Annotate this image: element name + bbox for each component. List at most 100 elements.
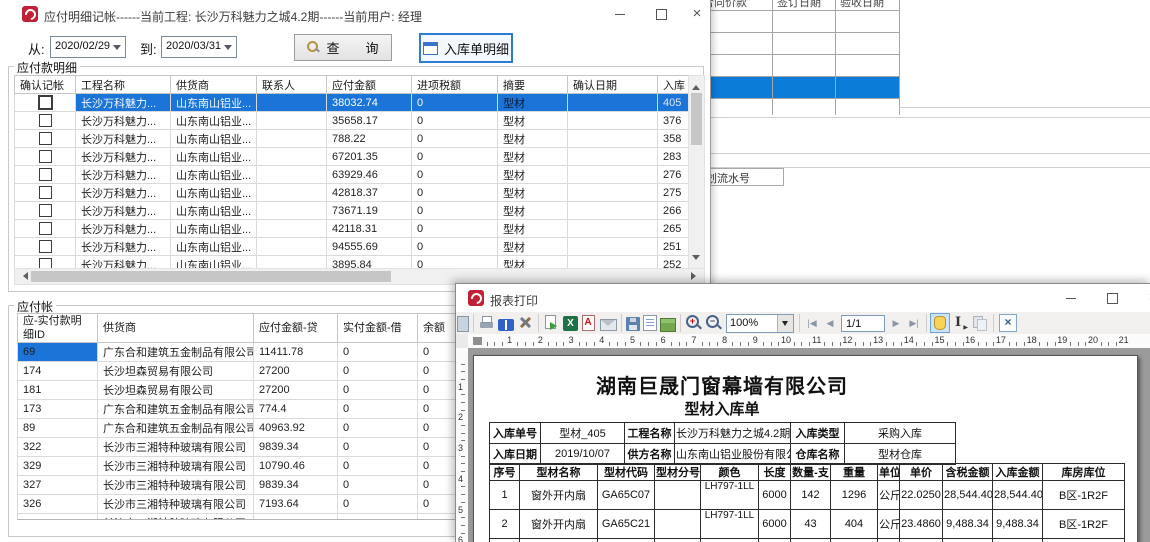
column-header[interactable]: 确认日期 (568, 76, 658, 94)
scrollbar-thumb[interactable] (691, 93, 702, 145)
column-header[interactable]: 供货商 (171, 76, 257, 94)
pdf-icon[interactable] (580, 314, 598, 332)
row-checkbox[interactable] (39, 222, 52, 235)
minimize-button[interactable] (1056, 284, 1086, 312)
ruler-tick (461, 394, 465, 395)
table-row[interactable]: 89广东合和建筑五金制品有限公司40963.9200 (18, 419, 498, 438)
text-select-icon[interactable] (951, 314, 969, 332)
column-header: 签订日期 (773, 0, 836, 11)
close-preview-icon[interactable] (999, 314, 1017, 332)
row-checkbox[interactable] (39, 150, 52, 163)
package-icon[interactable] (660, 318, 676, 332)
inbound-detail-button[interactable]: 入库单明细 (419, 33, 513, 63)
detail-cell: GA65C21 (598, 510, 655, 539)
from-date-picker[interactable]: 2020/02/29 (50, 36, 126, 58)
copy-icon[interactable] (971, 314, 989, 332)
table-row[interactable]: 长沙万科魅力...山东南山铝业...38032.740型材405 (15, 94, 689, 112)
column-header[interactable]: 确认记帐 (15, 76, 76, 94)
table-row[interactable]: 326长沙市三湘特种玻璃有限公司7193.6400 (18, 495, 498, 514)
titlebar[interactable]: 应付明细记帐------当前工程: 长沙万科魅力之城4.2期------当前用户… (0, 0, 710, 28)
table-row[interactable]: 长沙万科魅力...山东南山铝业...63929.460型材276 (15, 166, 689, 184)
table-row[interactable]: 69广东合和建筑五金制品有限公司11411.7800 (18, 343, 498, 362)
chevron-down-icon[interactable] (224, 45, 232, 54)
print-icon[interactable] (478, 314, 496, 332)
table-row[interactable]: 长沙万科魅力...山东南山铝业...73671.190型材266 (15, 202, 689, 220)
empty-row (699, 33, 900, 55)
mail-icon[interactable] (600, 319, 617, 331)
last-page-icon[interactable] (906, 314, 922, 332)
row-checkbox[interactable] (39, 114, 52, 127)
document-icon[interactable] (643, 315, 657, 331)
table-row[interactable]: 长沙万科魅力...山东南山铝业...788.220型材358 (15, 130, 689, 148)
save-icon[interactable] (626, 317, 640, 331)
export-icon[interactable] (543, 314, 561, 332)
column-header[interactable]: 供货商 (98, 314, 254, 343)
page-indicator-input[interactable]: 1/1 (841, 315, 885, 332)
query-button[interactable]: 查 询 (294, 34, 392, 61)
row-checkbox[interactable] (39, 132, 52, 145)
dropdown-arrow-icon[interactable] (777, 315, 793, 332)
row-checkbox[interactable] (38, 95, 53, 110)
hand-tool-icon[interactable] (931, 314, 949, 332)
row-checkbox[interactable] (39, 168, 52, 181)
empty-cell (836, 99, 900, 116)
detail-cell: 43 (791, 510, 831, 539)
column-header[interactable]: 工程名称 (76, 76, 171, 94)
book-icon[interactable] (498, 319, 514, 331)
chevron-down-icon[interactable] (113, 45, 121, 54)
ruler-tick (893, 342, 894, 346)
ruler-tick (978, 342, 979, 346)
scroll-left-icon[interactable] (19, 272, 28, 280)
maximize-button[interactable] (1097, 284, 1127, 312)
page-setup-icon[interactable] (516, 314, 534, 332)
column-header[interactable]: 联系人 (257, 76, 327, 94)
table-row[interactable]: 长沙万科魅力...山东南山铝业...67201.350型材283 (15, 148, 689, 166)
table-row[interactable]: 长沙万科魅力...山东南山铝业...94555.690型材251 (15, 238, 689, 256)
column-header[interactable]: 摘要 (498, 76, 568, 94)
prev-page-icon[interactable] (822, 314, 838, 332)
scroll-right-icon[interactable] (691, 272, 700, 280)
row-checkbox[interactable] (39, 186, 52, 199)
minimize-button[interactable] (605, 0, 635, 28)
scrollbar-thumb[interactable] (31, 271, 391, 282)
column-header[interactable]: 进项税额 (412, 76, 498, 94)
column-header[interactable]: 应付金额-贷 (254, 314, 338, 343)
table-row[interactable]: 长沙万科魅力...山东南山铝业...35658.170型材376 (15, 112, 689, 130)
inbound-no-cell: 276 (658, 166, 689, 184)
next-page-icon[interactable] (888, 314, 904, 332)
zoom-out-icon[interactable] (705, 314, 723, 332)
table-row[interactable]: 174长沙坦森贸易有限公司2720000 (18, 362, 498, 381)
table-row[interactable]: 322长沙市三湘特种玻璃有限公司9839.3400 (18, 438, 498, 457)
toolbar-separator (473, 314, 474, 332)
zoom-select[interactable]: 100% (726, 314, 794, 333)
to-date-picker[interactable]: 2020/03/31 (161, 36, 237, 58)
row-checkbox[interactable] (39, 258, 52, 268)
table-row[interactable]: 329长沙市三湘特种玻璃有限公司10790.4600 (18, 457, 498, 476)
credit-cell: 27200 (254, 362, 338, 381)
first-page-icon[interactable] (804, 314, 820, 332)
titlebar[interactable]: 报表打印 × (456, 284, 1150, 312)
row-checkbox[interactable] (39, 204, 52, 217)
scroll-down-icon[interactable] (692, 255, 700, 264)
preview-canvas[interactable]: 湖南巨晟门窗幕墙有限公司 型材入库单 入库单号型材_405工程名称长沙万科魅力之… (468, 348, 1150, 542)
table-row[interactable]: 173广东合和建筑五金制品有限公司774.400 (18, 400, 498, 419)
table-row[interactable]: 长沙市三湘特种玻璃有限公司 (18, 514, 498, 521)
table-row[interactable]: 长沙万科魅力...山东南山铝业...42118.310型材265 (15, 220, 689, 238)
table-row[interactable]: 长沙万科魅力...山东南山铝业...3895.840型材252 (15, 256, 689, 269)
column-header[interactable]: 实付金额-借 (338, 314, 418, 343)
zoom-in-icon[interactable] (685, 314, 703, 332)
table-row[interactable]: 181长沙坦森贸易有限公司2720000 (18, 381, 498, 400)
preview-icon[interactable] (457, 316, 469, 332)
vertical-scrollbar[interactable] (688, 75, 705, 270)
table-row[interactable]: 327长沙市三湘特种玻璃有限公司9839.3400 (18, 476, 498, 495)
excel-icon[interactable] (563, 316, 578, 331)
maximize-button[interactable] (646, 0, 676, 28)
column-header[interactable]: 应-实付款明细ID (18, 314, 98, 343)
table-row[interactable]: 长沙万科魅力...山东南山铝业...42818.370型材275 (15, 184, 689, 202)
column-header[interactable]: 入库 (658, 76, 689, 94)
scroll-up-icon[interactable] (692, 81, 700, 90)
close-button[interactable]: × (682, 0, 712, 28)
close-button[interactable]: × (1138, 284, 1150, 312)
row-checkbox[interactable] (39, 240, 52, 253)
column-header[interactable]: 应付金额 (327, 76, 412, 94)
